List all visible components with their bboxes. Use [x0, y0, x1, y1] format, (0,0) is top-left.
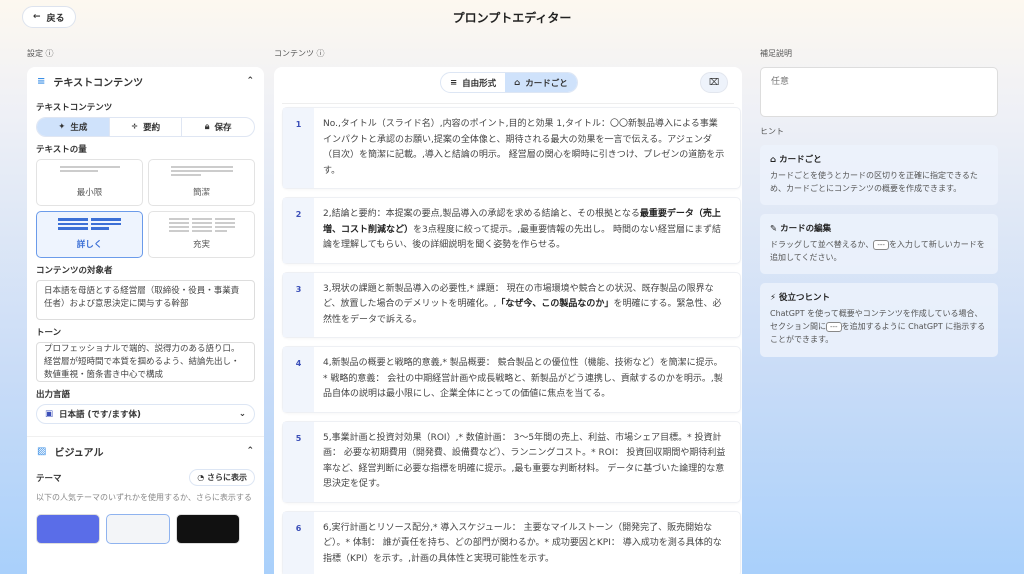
card-text[interactable]: 5,事業計画と投資対効果（ROI）,* 数値計画： 3〜5年間の売上、利益、市場…	[314, 422, 740, 502]
card-number: 1	[283, 108, 314, 188]
theme-label: テーマ	[36, 473, 62, 484]
card-number: 5	[283, 421, 314, 502]
hints-label: ヒント	[760, 127, 784, 136]
content-card[interactable]: 1 No.,タイトル（スライド名）,内容のポイント,目的と効果 1,タイトル：〇〇…	[282, 107, 741, 189]
hint-card: ⌂ カードごと カードごとを使うとカードの区切りを正確に指定できるため、カードごと…	[760, 145, 998, 205]
info-icon: ⓘ	[45, 49, 54, 58]
card-icon: ⌂	[514, 77, 521, 88]
content-card[interactable]: 6 6,実行計画とリソース配分,* 導入スケジュール： 主要なマイルストーン（開発…	[282, 510, 741, 574]
audience-input[interactable]: 日本語を母語とする経営層（取締役・役員・事業責任者）および意思決定に関与する幹部	[36, 280, 255, 320]
text-content-label: テキストコンテンツ	[36, 103, 113, 113]
theme-option[interactable]	[36, 514, 100, 544]
text-align-icon: ≡	[450, 77, 458, 88]
amount-extensive[interactable]: 充実	[148, 211, 255, 258]
text-lines-icon: ≡	[37, 75, 46, 87]
chevron-down-icon: ⌄	[238, 409, 246, 419]
card-number: 4	[283, 347, 314, 412]
lightning-icon: ⚡︎	[770, 293, 776, 303]
card-number: 3	[283, 272, 314, 337]
chevron-up-icon: ⌃	[246, 76, 254, 86]
settings-panel: ≡ テキストコンテンツ ⌃ テキストコンテンツ ✦ 生成 ÷ 要約 🔒︎ 保存 テキストの…	[27, 67, 264, 574]
edit-icon: ✎	[770, 224, 778, 234]
content-card[interactable]: 4 4,新製品の概要と戦略的意義,* 製品概要： 競合製品との優位性（機能、技術な…	[282, 346, 741, 413]
tone-label: トーン	[36, 328, 62, 338]
note-input[interactable]: 任意	[760, 67, 998, 117]
audience-label: コンテンツの対象者	[36, 266, 113, 276]
content-card[interactable]: 5 5,事業計画と投資対効果（ROI）,* 数値計画： 3〜5年間の売上、利益、市…	[282, 420, 741, 503]
visual-section-header[interactable]: ▨ ビジュアル ⌃	[27, 437, 264, 465]
card-text[interactable]: 3,現状の課題と新製品導入の必要性,* 課題： 現在の市場環境や競合との状況、既…	[314, 273, 740, 338]
chevron-up-icon: ⌃	[246, 446, 254, 456]
mode-preserve[interactable]: 🔒︎ 保存	[182, 118, 254, 136]
card-number: 2	[283, 198, 314, 263]
card-text[interactable]: 6,実行計画とリソース配分,* 導入スケジュール： 主要なマイルストーン（開発完…	[314, 512, 740, 574]
toggle-freeform[interactable]: ≡ 自由形式	[441, 73, 505, 92]
text-strike-icon: ⌧	[708, 77, 720, 88]
hint-card: ⚡︎ 役立つヒント ChatGPT を使って概要やコンテンツを作成している場合、セ…	[760, 283, 998, 357]
card-icon: ⌂	[770, 155, 777, 165]
settings-label: 設定 ⓘ	[27, 49, 54, 58]
mode-generate[interactable]: ✦ 生成	[37, 118, 110, 136]
page-title: プロンプトエディター	[452, 11, 572, 25]
lock-icon: 🔒︎	[204, 122, 210, 132]
content-label: コンテンツ ⓘ	[274, 49, 325, 58]
note-label: 補足説明	[760, 49, 792, 58]
amount-brief[interactable]: 簡潔	[148, 159, 255, 206]
toggle-per-card[interactable]: ⌂ カードごと	[505, 73, 577, 92]
text-mode-segment: ✦ 生成 ÷ 要約 🔒︎ 保存	[36, 117, 255, 137]
content-card[interactable]: 2 2,結論と要約：本提案の要点,製品導入の承認を求める結論と、その根拠となる最重…	[282, 197, 741, 264]
theme-description: 以下の人気テーマのいずれかを使用するか、さらに表示する	[36, 493, 252, 502]
divide-icon: ÷	[130, 122, 139, 132]
language-icon: ▣	[45, 409, 54, 419]
show-more-button[interactable]: ◔ さらに表示	[189, 469, 255, 486]
image-icon: ▨	[37, 445, 47, 457]
tone-input[interactable]: プロフェッショナルで端的、説得力のある語り口。経営層が短時間で本質を掴めるよう、…	[36, 342, 255, 382]
card-text[interactable]: 2,結論と要約：本提案の要点,製品導入の承認を求める結論と、その根拠となる最重要…	[314, 198, 740, 263]
text-section-header[interactable]: ≡ テキストコンテンツ ⌃	[27, 67, 264, 95]
hint-card: ✎ カードの編集 ドラッグして並べ替えるか、 --- を入力して新しいカードを追加して…	[760, 214, 998, 274]
format-toggle: ≡ 自由形式 ⌂ カードごと	[440, 72, 578, 93]
hide-format-button[interactable]: ⌧	[700, 72, 728, 93]
text-amount-label: テキストの量	[36, 145, 87, 155]
info-icon: ⓘ	[316, 49, 325, 58]
palette-icon: ◔	[197, 473, 205, 482]
content-panel: ≡ 自由形式 ⌂ カードごと ⌧ 1 No.,タイトル（スライド名）,内容のポイント,…	[274, 67, 742, 574]
theme-option[interactable]	[106, 514, 170, 544]
language-select[interactable]: ▣ 日本語 (です/ます体) ⌄	[36, 404, 255, 424]
amount-detailed[interactable]: 詳しく	[36, 211, 143, 258]
theme-option[interactable]	[176, 514, 240, 544]
sparkle-icon: ✦	[58, 122, 66, 132]
card-number: 6	[283, 511, 314, 574]
amount-minimal[interactable]: 最小限	[36, 159, 143, 206]
content-card[interactable]: 3 3,現状の課題と新製品導入の必要性,* 課題： 現在の市場環境や競合との状況、…	[282, 271, 741, 338]
card-text[interactable]: 4,新製品の概要と戦略的意義,* 製品概要： 競合製品との優位性（機能、技術など…	[314, 347, 740, 412]
language-label: 出力言語	[36, 390, 71, 400]
mode-summarize[interactable]: ÷ 要約	[110, 118, 183, 136]
card-text[interactable]: No.,タイトル（スライド名）,内容のポイント,目的と効果 1,タイトル：〇〇新…	[314, 108, 740, 188]
